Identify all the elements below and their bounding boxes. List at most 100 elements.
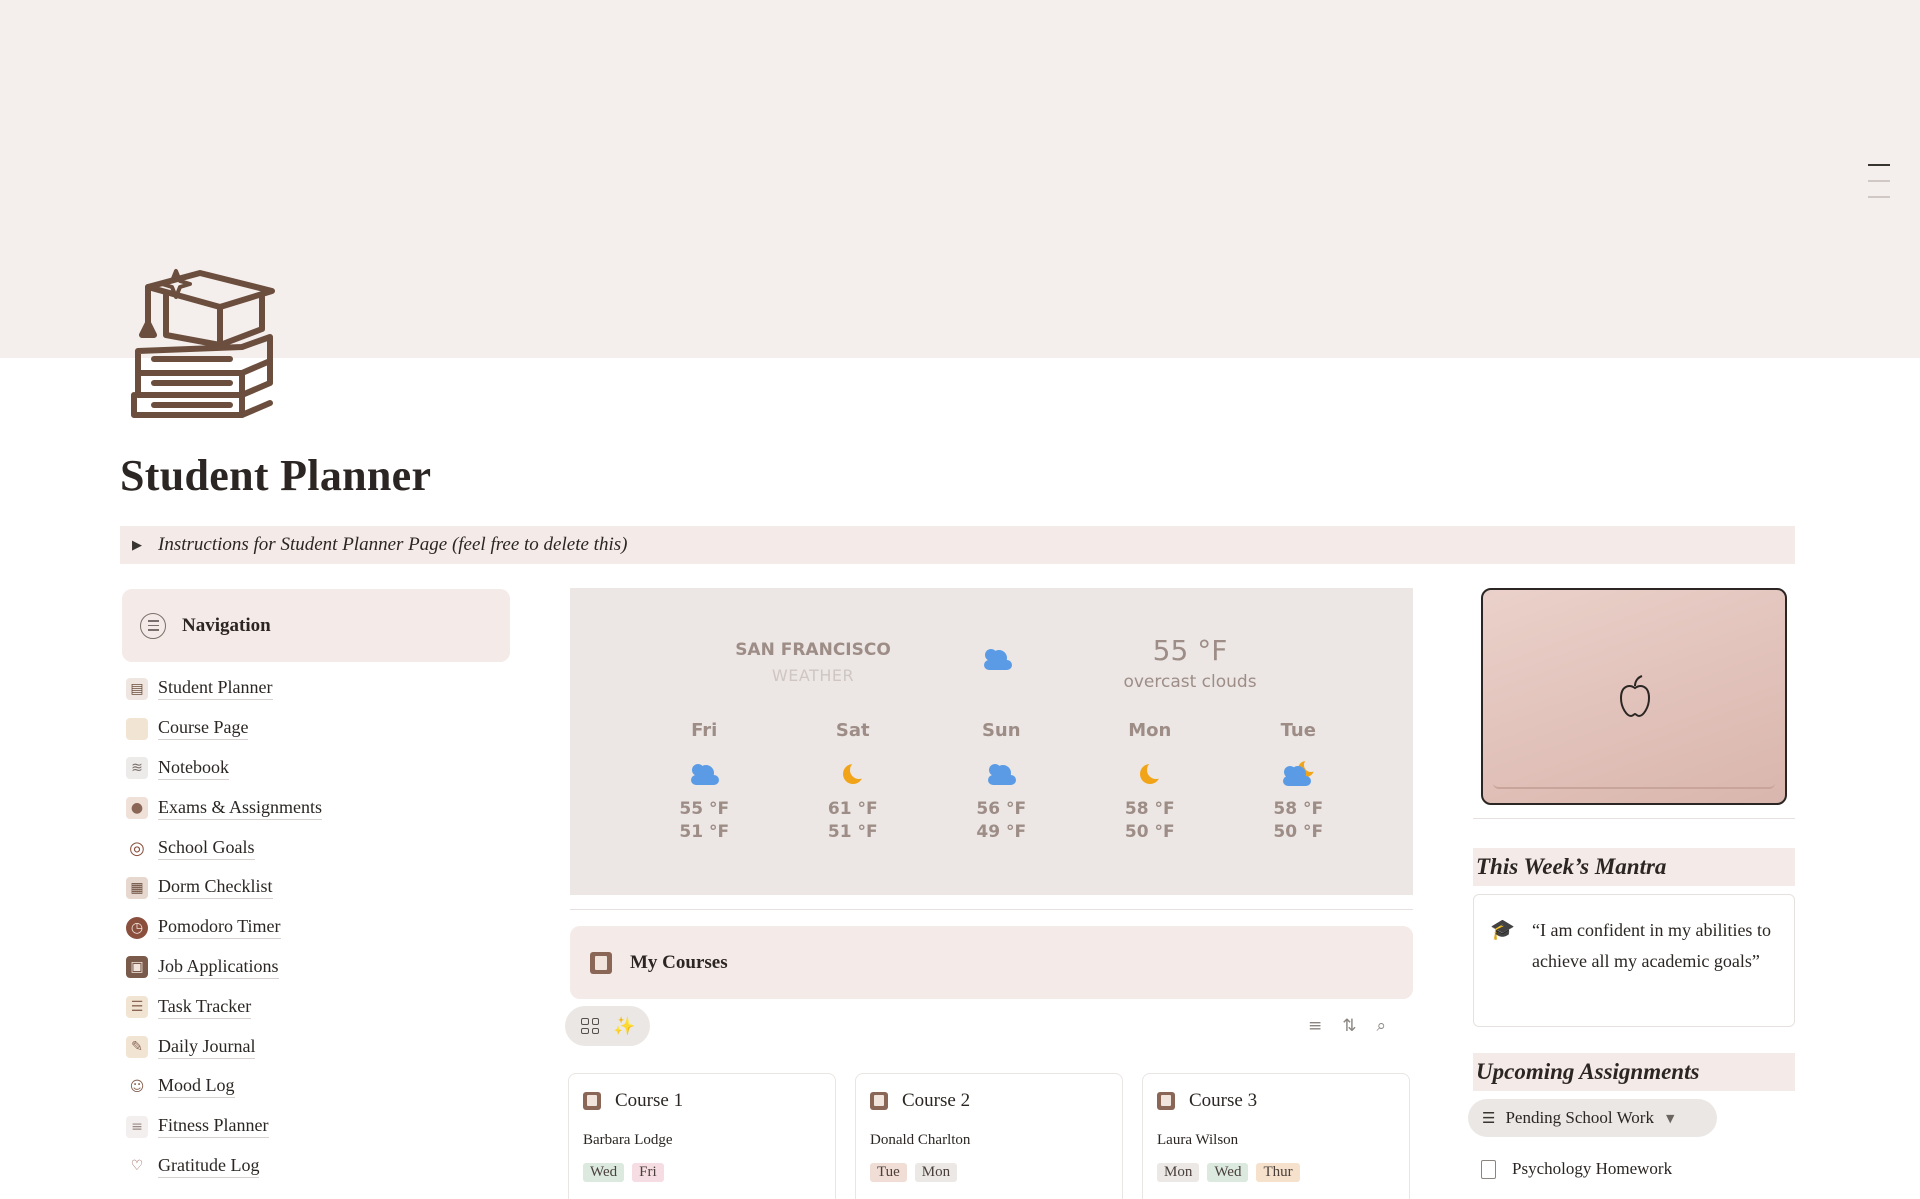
target-icon: ◎	[129, 837, 145, 859]
my-courses-label: My Courses	[630, 951, 728, 973]
page-title[interactable]: Student Planner	[120, 450, 431, 501]
weather-current-temp: 55 °F	[1152, 634, 1228, 667]
forecast-high: 58 °F	[1124, 799, 1175, 819]
course-card[interactable]: Course 2 Donald Charlton Tue Mon	[855, 1073, 1123, 1199]
book-icon	[870, 1092, 888, 1110]
pending-school-work-view[interactable]: ☰ Pending School Work ▼	[1468, 1099, 1717, 1137]
nav-item-notebook[interactable]: ≋ Notebook	[126, 749, 322, 789]
day-tag: Mon	[914, 1163, 958, 1182]
nav-item-dorm-checklist[interactable]: ▦ Dorm Checklist	[126, 868, 322, 908]
forecast-day-name: Sat	[835, 720, 870, 741]
navigation-header-label: Navigation	[182, 614, 271, 636]
instructions-toggle[interactable]: ▶ Instructions for Student Planner Page …	[120, 526, 1795, 564]
divider	[1473, 818, 1795, 819]
nav-item-fitness-planner[interactable]: ≡ Fitness Planner	[126, 1107, 322, 1147]
weather-forecast: Fri 55 °F 51 °F Sat 61 °F 51 °F Sun 56 °…	[630, 720, 1380, 844]
assignment-title: Psychology Homework	[1512, 1159, 1673, 1178]
day-tag: Fri	[632, 1163, 664, 1182]
forecast-low: 50 °F	[1273, 822, 1324, 842]
search-icon[interactable]: ⌕	[1377, 1016, 1387, 1036]
day-tag: Tue	[870, 1163, 907, 1182]
forecast-day-name: Tue	[1280, 720, 1316, 741]
forecast-day-name: Mon	[1128, 720, 1172, 741]
nav-item-task-tracker[interactable]: ☰ Task Tracker	[126, 987, 322, 1027]
nav-item-course-page[interactable]: Course Page	[126, 709, 322, 749]
laptop-image	[1481, 588, 1787, 805]
forecast-high: 55 °F	[679, 799, 730, 819]
divider	[570, 909, 1413, 910]
toggle-label: Instructions for Student Planner Page (f…	[158, 534, 628, 555]
course-card[interactable]: Course 1 Barbara Lodge Wed Fri	[568, 1073, 836, 1199]
moon-icon	[1076, 750, 1225, 798]
checklist-icon: ☰	[126, 996, 148, 1019]
nav-item-mood-log[interactable]: ☺ Mood Log	[126, 1067, 322, 1107]
nav-item-school-goals[interactable]: ◎ School Goals	[126, 828, 322, 868]
cloud-icon	[980, 646, 1014, 676]
book-icon	[583, 1092, 601, 1110]
forecast-day: Tue 58 °F 50 °F	[1224, 720, 1373, 844]
graduation-cap-books-icon[interactable]	[130, 265, 290, 425]
upcoming-assignments-heading[interactable]: Upcoming Assignments	[1473, 1053, 1795, 1091]
course-teacher: Donald Charlton	[870, 1132, 971, 1148]
clipboard-icon: ≡	[126, 1115, 148, 1138]
books-icon: ▤	[126, 677, 148, 700]
forecast-high: 56 °F	[976, 799, 1027, 819]
book-icon	[1157, 1092, 1175, 1110]
nav-item-pomodoro-timer[interactable]: ◷ Pomodoro Timer	[126, 908, 322, 948]
course-teacher: Barbara Lodge	[583, 1132, 673, 1148]
hands-heart-icon: ♡	[130, 1158, 144, 1175]
cloud-moon-icon	[1224, 750, 1373, 798]
student-icon: ●	[126, 797, 148, 820]
forecast-low: 51 °F	[679, 822, 730, 842]
forecast-day: Sun 56 °F 49 °F	[927, 720, 1076, 844]
gallery-grid-icon	[581, 1018, 599, 1034]
day-tag: Wed	[1207, 1163, 1249, 1182]
day-tag: Thur	[1256, 1163, 1300, 1182]
forecast-day: Sat 61 °F 51 °F	[779, 720, 928, 844]
forecast-low: 50 °F	[1124, 822, 1175, 842]
assignment-item[interactable]: Psychology Homework	[1481, 1159, 1672, 1179]
forecast-day: Fri 55 °F 51 °F	[630, 720, 779, 844]
table-of-contents-indicator[interactable]	[1868, 164, 1890, 212]
day-tag: Mon	[1157, 1163, 1200, 1182]
navigation-header: Navigation	[122, 589, 510, 662]
view-label: Pending School Work	[1505, 1108, 1654, 1127]
weather-city: SAN FRANCISCO	[735, 640, 891, 660]
moon-icon	[779, 750, 928, 798]
building-icon: ▦	[126, 876, 148, 899]
chevron-down-icon: ▼	[1665, 1111, 1675, 1125]
graduation-cap-icon: 🎓	[1490, 917, 1515, 941]
sort-icon[interactable]: ⇅	[1342, 1016, 1356, 1036]
cloud-icon	[630, 750, 779, 798]
weather-widget[interactable]: SAN FRANCISCO WEATHER 55 °F overcast clo…	[570, 588, 1413, 895]
filter-icon[interactable]: ≡	[1308, 1016, 1322, 1036]
navigation-list: ▤ Student Planner Course Page ≋ Notebook ●…	[126, 669, 323, 1187]
gallery-view-tab[interactable]: ✨	[565, 1006, 650, 1046]
book-icon	[590, 951, 612, 974]
mantra-heading[interactable]: This Week’s Mantra	[1473, 848, 1795, 886]
course-name: Course 2	[902, 1090, 971, 1111]
course-teacher: Laura Wilson	[1157, 1132, 1239, 1148]
toggle-triangle-icon[interactable]: ▶	[132, 537, 142, 553]
forecast-low: 49 °F	[976, 822, 1027, 842]
weather-subtitle: WEATHER	[771, 666, 855, 685]
document-icon	[1481, 1159, 1496, 1179]
course-name: Course 3	[1189, 1090, 1258, 1111]
day-tag: Wed	[583, 1163, 625, 1182]
paper-icon	[126, 717, 148, 740]
nav-item-student-planner[interactable]: ▤ Student Planner	[126, 669, 322, 709]
mood-icon: ☺	[129, 1078, 145, 1095]
nav-item-daily-journal[interactable]: ✎ Daily Journal	[126, 1027, 322, 1067]
nav-item-exams-assignments[interactable]: ● Exams & Assignments	[126, 788, 323, 828]
nav-item-gratitude-log[interactable]: ♡ Gratitude Log	[126, 1147, 322, 1187]
course-name: Course 1	[615, 1090, 684, 1111]
database-toolbar: ≡ ⇅ ⌕	[1308, 1016, 1386, 1036]
alarm-clock-icon: ◷	[126, 916, 148, 939]
course-gallery: Course 1 Barbara Lodge Wed Fri Course 2 …	[568, 1073, 1410, 1199]
course-card[interactable]: Course 3 Laura Wilson Mon Wed Thur	[1142, 1073, 1410, 1199]
notebook-icon: ≋	[126, 757, 148, 780]
menu-icon	[140, 612, 166, 639]
id-card-icon: ▣	[126, 956, 148, 979]
nav-item-job-applications[interactable]: ▣ Job Applications	[126, 948, 322, 988]
sparkle-icon[interactable]: ✨	[613, 1016, 635, 1037]
